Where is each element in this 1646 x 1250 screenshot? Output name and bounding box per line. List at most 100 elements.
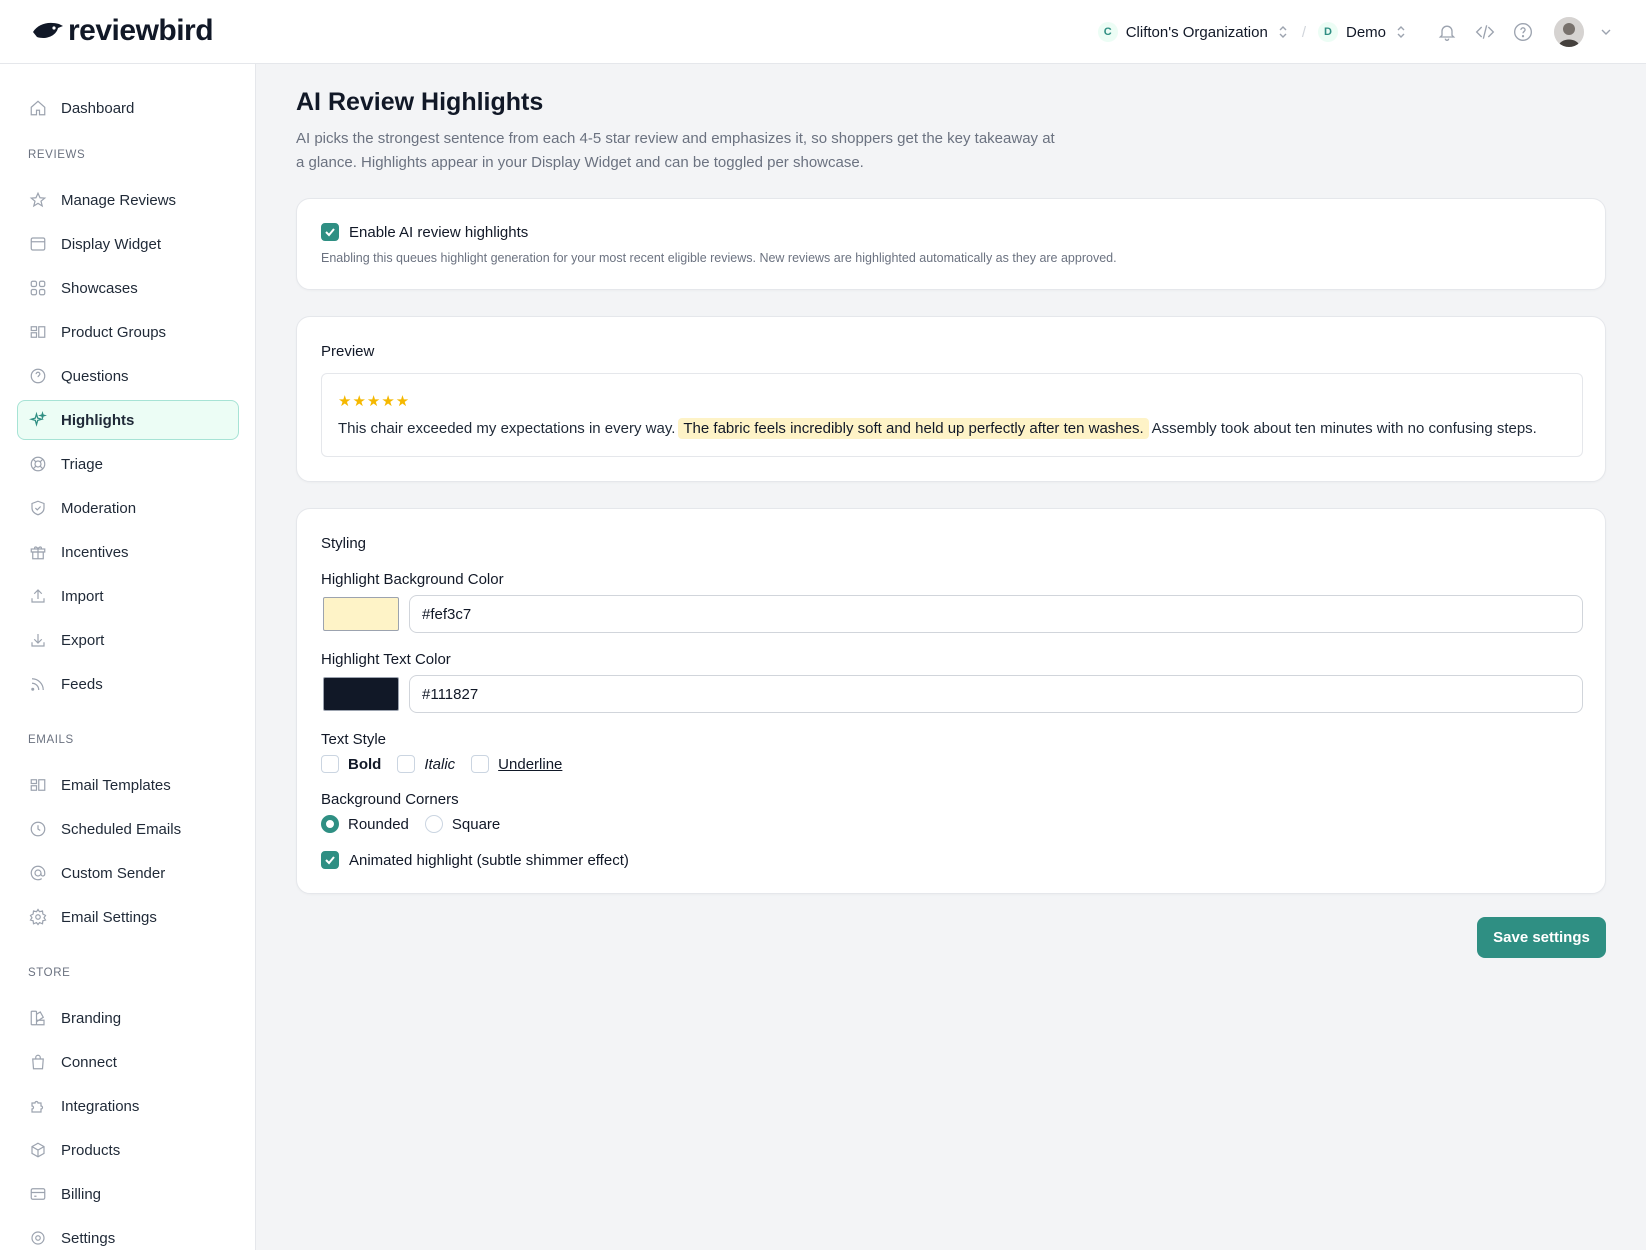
bold-checkbox[interactable]: Bold [321, 755, 381, 773]
org-name: Clifton's Organization [1125, 23, 1268, 41]
italic-checkbox[interactable]: Italic [397, 755, 455, 773]
checkbox-checked[interactable] [321, 223, 339, 241]
sidebar-section-store: STORE [28, 967, 71, 979]
sidebar-item-showcases[interactable]: Showcases [17, 268, 239, 308]
sidebar-item-display-widget[interactable]: Display Widget [17, 224, 239, 264]
square-radio[interactable]: Square [424, 815, 501, 833]
at-sign-icon [30, 865, 46, 881]
sidebar-item-label: Manage Reviews [61, 191, 177, 209]
brand-name: reviewbird [68, 14, 214, 47]
gift-icon [30, 546, 46, 560]
project-name: Demo [1345, 23, 1386, 41]
sidebar-section-reviews: REVIEWS [28, 149, 86, 161]
sidebar-item-label: Email Settings [61, 908, 157, 926]
rounded-radio[interactable]: Rounded [321, 815, 409, 833]
grid-icon [30, 280, 46, 296]
star-icon [29, 191, 47, 208]
project-badge: D [1317, 22, 1338, 42]
radio-unselected[interactable] [424, 815, 443, 833]
page-title: AI Review Highlights [296, 88, 544, 116]
sidebar-item-label: Feeds [61, 675, 103, 693]
sidebar-item-email-settings[interactable]: Email Settings [17, 897, 239, 937]
checkbox-unchecked[interactable] [321, 755, 339, 773]
puzzle-icon [31, 1100, 44, 1113]
sidebar-item-label: Showcases [61, 279, 138, 297]
sidebar-item-email-templates[interactable]: Email Templates [17, 765, 239, 805]
org-badge: C [1097, 22, 1118, 42]
enable-card: Enable AI review highlights Enabling thi… [296, 198, 1606, 290]
breadcrumb-separator: / [1301, 23, 1306, 41]
code-icon[interactable] [1474, 21, 1496, 43]
sparkles-icon [29, 411, 47, 427]
review-text-before: This chair exceeded my expectations in e… [338, 420, 676, 437]
main-content: AI Review Highlights AI picks the strong… [256, 64, 1646, 1250]
sidebar-item-highlights[interactable]: Highlights [17, 400, 239, 440]
chevron-down-icon[interactable] [1600, 26, 1612, 38]
underline-checkbox[interactable]: Underline [471, 755, 562, 773]
sidebar-section-emails: EMAILS [28, 734, 74, 746]
bg-color-swatch[interactable] [323, 597, 399, 631]
sidebar-item-label: Custom Sender [61, 864, 166, 882]
sidebar-item-label: Scheduled Emails [61, 820, 182, 838]
user-avatar[interactable] [1554, 17, 1584, 47]
sidebar-item-export[interactable]: Export [17, 620, 239, 660]
rounded-label: Rounded [348, 815, 409, 833]
sidebar-item-label: Products [61, 1141, 121, 1159]
sidebar-item-products[interactable]: Products [17, 1130, 239, 1170]
sidebar-item-incentives[interactable]: Incentives [17, 532, 239, 572]
save-settings-button[interactable]: Save settings [1477, 917, 1606, 958]
enable-highlights-checkbox[interactable]: Enable AI review highlights [321, 223, 528, 241]
sidebar-item-branding[interactable]: Branding [17, 998, 239, 1038]
sidebar-item-import[interactable]: Import [17, 576, 239, 616]
sidebar-item-questions[interactable]: Questions [17, 356, 239, 396]
underline-label: Underline [498, 755, 563, 773]
enable-help-text: Enabling this queues highlight generatio… [321, 251, 1117, 265]
sidebar-item-label: Email Templates [61, 776, 171, 794]
enable-highlights-label: Enable AI review highlights [349, 223, 529, 241]
bg-color-input[interactable]: #fef3c7 [409, 595, 1583, 633]
text-style-options: Bold Italic Underline [321, 755, 562, 773]
review-text-after: Assembly took about ten minutes with no … [1151, 420, 1537, 437]
sidebar-item-label: Incentives [61, 543, 129, 561]
upload-icon [31, 589, 45, 603]
sidebar-item-manage-reviews[interactable]: Manage Reviews [17, 180, 239, 220]
sidebar-item-billing[interactable]: Billing [17, 1174, 239, 1214]
brand-logo[interactable]: reviewbird [32, 14, 214, 48]
sidebar-item-custom-sender[interactable]: Custom Sender [17, 853, 239, 893]
sidebar-item-connect[interactable]: Connect [17, 1042, 239, 1082]
sidebar-item-scheduled-emails[interactable]: Scheduled Emails [17, 809, 239, 849]
animated-highlight-checkbox[interactable]: Animated highlight (subtle shimmer effec… [321, 851, 629, 869]
page-description: AI picks the strongest sentence from eac… [296, 130, 1055, 171]
square-label: Square [451, 815, 501, 833]
review-text: This chair exceeded my expectations in e… [338, 418, 1537, 439]
italic-label: Italic [424, 755, 456, 773]
text-color-swatch[interactable] [323, 677, 399, 711]
help-icon[interactable] [1512, 21, 1534, 43]
organization-switcher[interactable]: C Clifton's Organization [1097, 22, 1290, 42]
sidebar-item-label: Connect [61, 1053, 117, 1071]
project-switcher[interactable]: D Demo [1317, 22, 1408, 42]
bird-logo-icon [33, 22, 63, 38]
bell-icon[interactable] [1436, 21, 1458, 43]
sidebar-item-product-groups[interactable]: Product Groups [17, 312, 239, 352]
home-icon [30, 100, 46, 116]
top-header: reviewbird C Clifton's Organization / D … [0, 0, 1646, 64]
radio-selected[interactable] [321, 815, 339, 833]
bg-color-label: Highlight Background Color [321, 571, 504, 588]
sidebar-item-settings[interactable]: Settings [17, 1218, 239, 1250]
sidebar-item-triage[interactable]: Triage [17, 444, 239, 484]
review-highlight: The fabric feels incredibly soft and hel… [678, 418, 1149, 439]
sidebar: Dashboard REVIEWS Manage Reviews Display… [0, 64, 256, 1250]
sidebar-item-integrations[interactable]: Integrations [17, 1086, 239, 1126]
window-icon [30, 237, 46, 251]
checkbox-unchecked[interactable] [471, 755, 490, 773]
sidebar-item-feeds[interactable]: Feeds [17, 664, 239, 704]
text-color-input[interactable]: #111827 [409, 675, 1583, 713]
preview-review: ★★★★★ This chair exceeded my expectation… [321, 373, 1583, 457]
sidebar-item-moderation[interactable]: Moderation [17, 488, 239, 528]
sidebar-item-dashboard[interactable]: Dashboard [17, 88, 239, 128]
sidebar-item-label: Settings [61, 1229, 116, 1247]
checkbox-checked[interactable] [321, 851, 339, 869]
download-icon [31, 634, 45, 647]
checkbox-unchecked[interactable] [397, 755, 416, 773]
